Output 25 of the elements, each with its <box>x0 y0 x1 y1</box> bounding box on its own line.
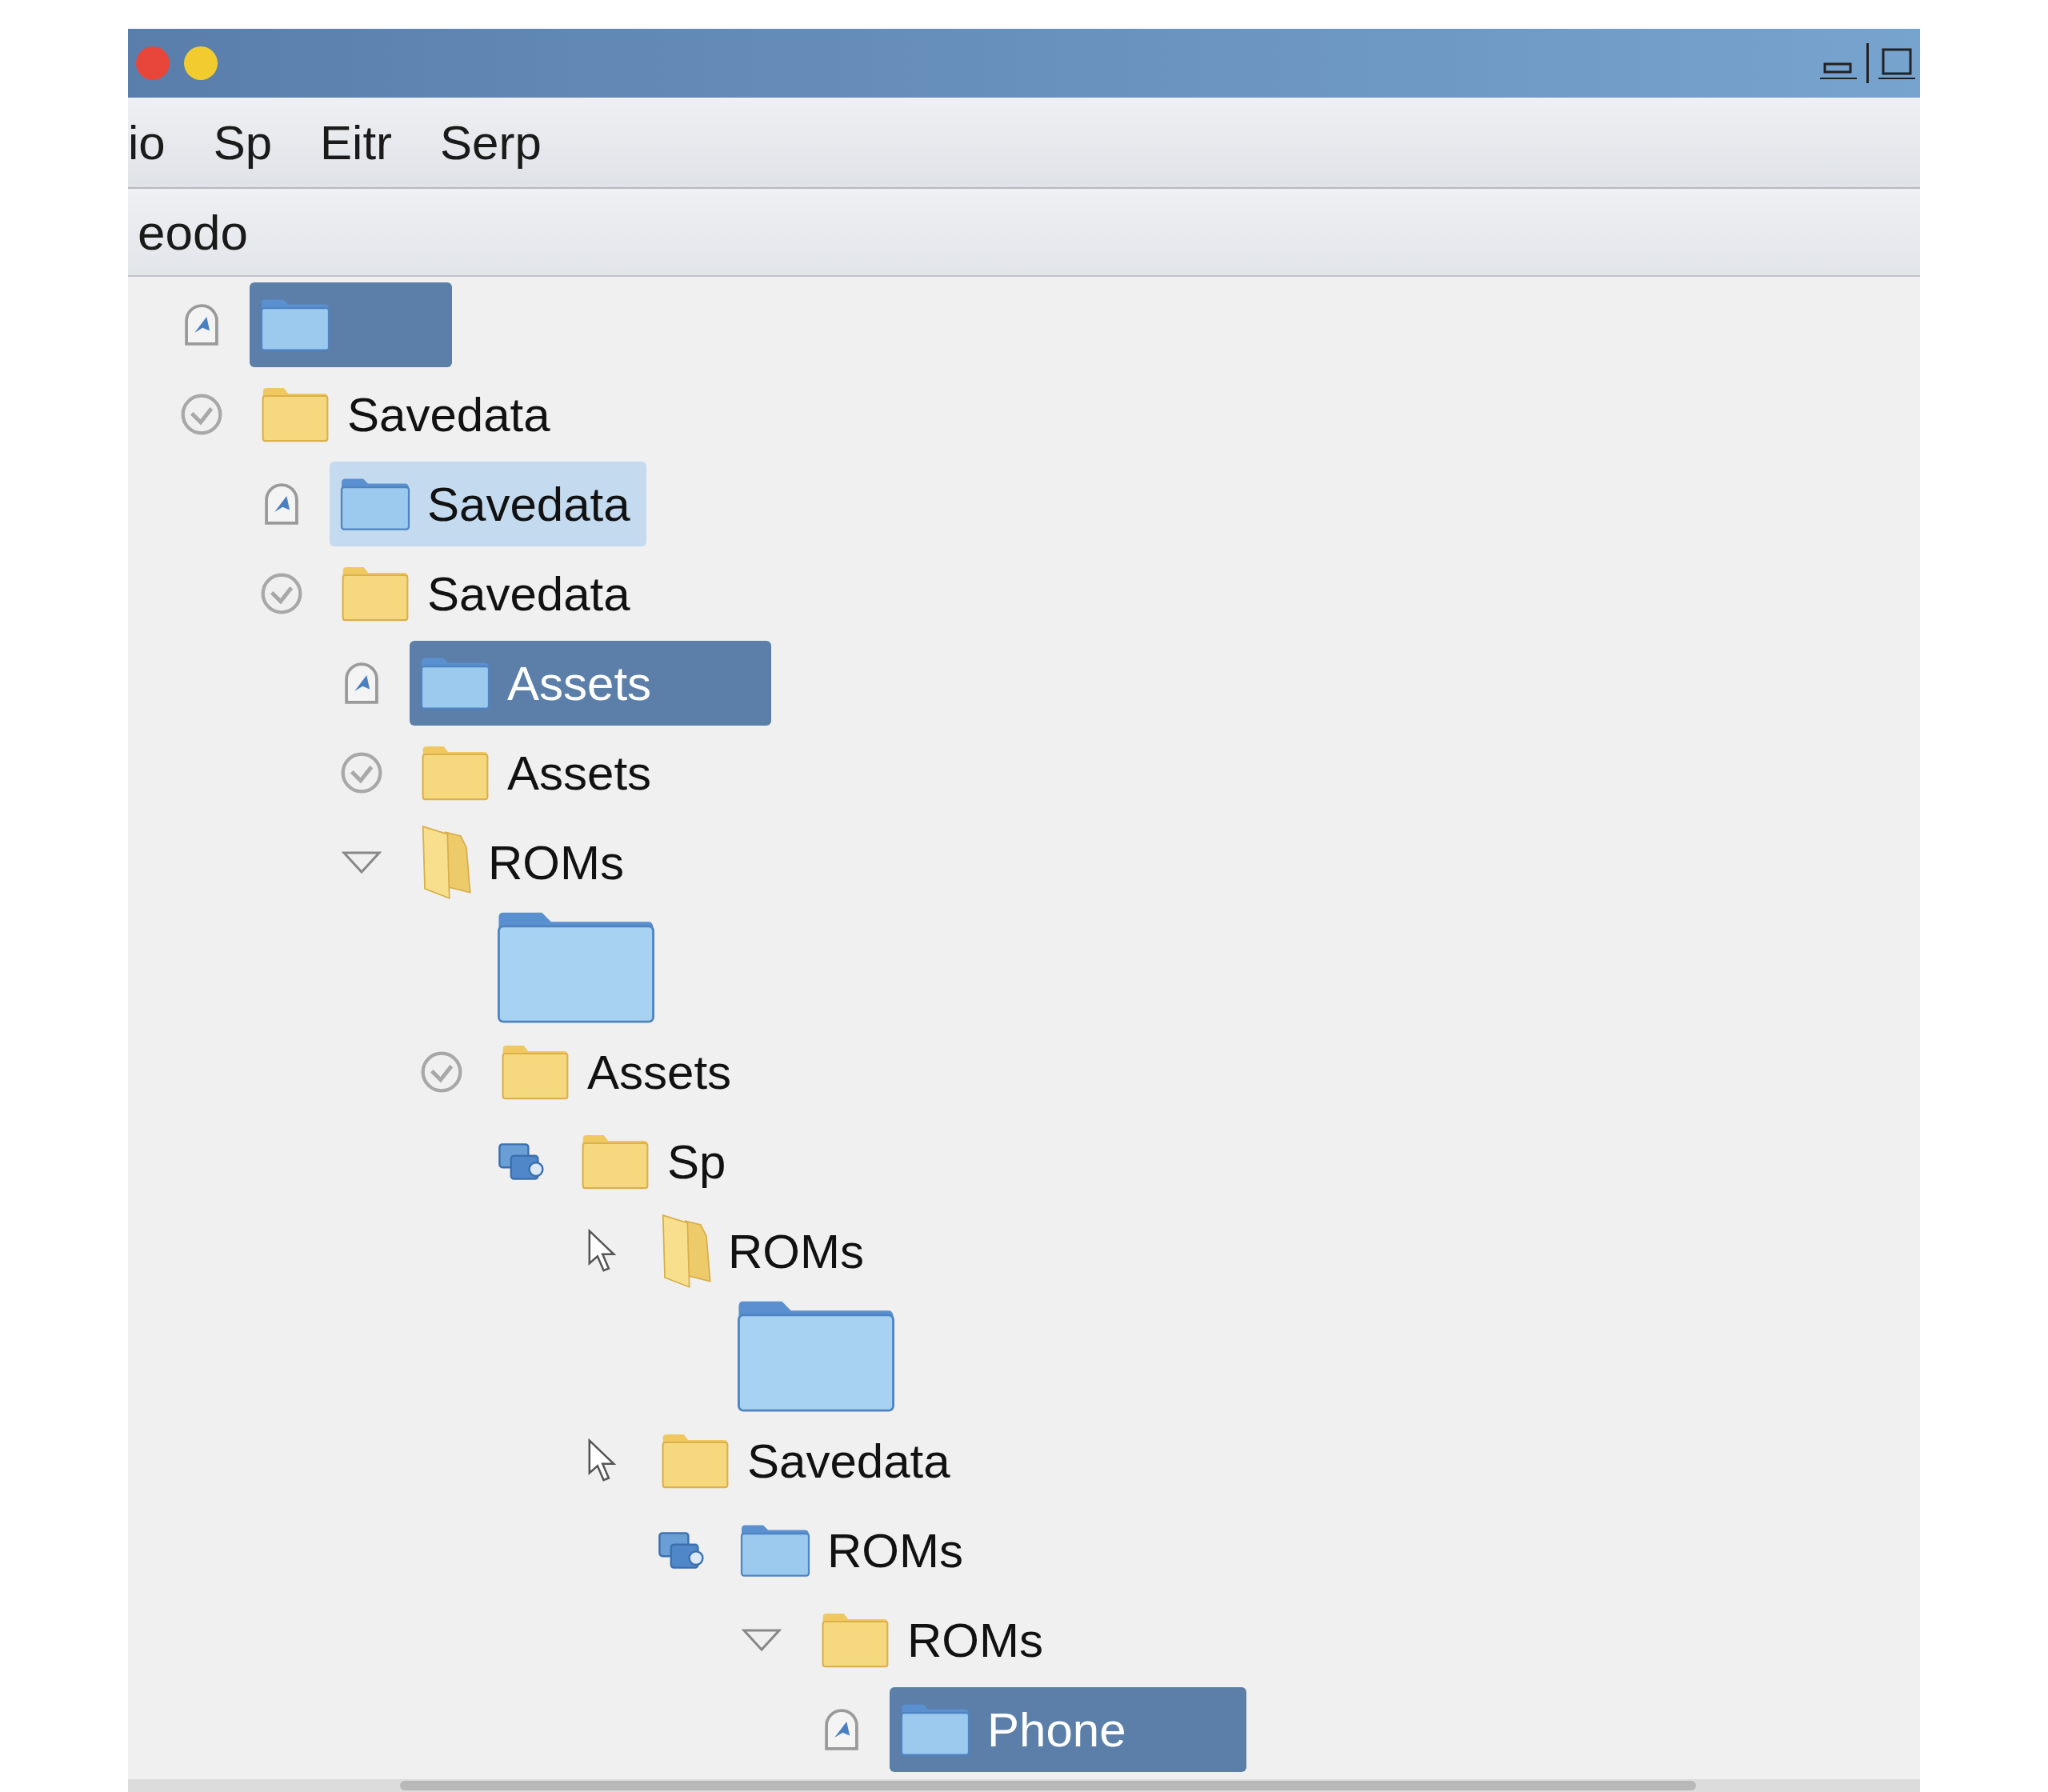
tree-item[interactable]: Sp <box>570 1119 742 1204</box>
tree-item[interactable]: ROMs <box>410 820 640 905</box>
menu-item[interactable]: io <box>128 114 166 170</box>
tree-item[interactable]: Savedata <box>330 462 646 546</box>
tree-item[interactable]: Savedata <box>650 1418 966 1503</box>
tree-item[interactable]: ROMs <box>730 1508 979 1593</box>
pointer-icon <box>586 1229 617 1274</box>
tree-item[interactable]: Assets <box>410 641 772 726</box>
scrollbar-thumb[interactable] <box>400 1781 1696 1790</box>
tree-item[interactable]: Phone <box>890 1687 1246 1772</box>
tree-item[interactable]: Savedata <box>330 551 646 636</box>
menu-item[interactable]: Sp <box>213 114 273 170</box>
toolbar-label: eodo <box>137 203 248 261</box>
tree-item[interactable] <box>250 282 452 367</box>
menu-item[interactable]: Eitr <box>320 114 393 170</box>
tree-item[interactable]: ROMs <box>650 1209 880 1294</box>
collapse-triangle-icon[interactable] <box>342 850 382 875</box>
menu-item[interactable]: Serp <box>440 114 542 170</box>
collapse-triangle-icon[interactable] <box>742 1627 782 1653</box>
pointer-icon <box>586 1438 617 1483</box>
minimize-button[interactable] <box>184 46 218 80</box>
tree-item[interactable]: Savedata <box>250 372 566 457</box>
tree-item[interactable]: Assets <box>410 730 668 815</box>
tree-item[interactable]: Assets <box>490 1030 748 1114</box>
tree-item[interactable]: ROMs <box>810 1598 1059 1682</box>
